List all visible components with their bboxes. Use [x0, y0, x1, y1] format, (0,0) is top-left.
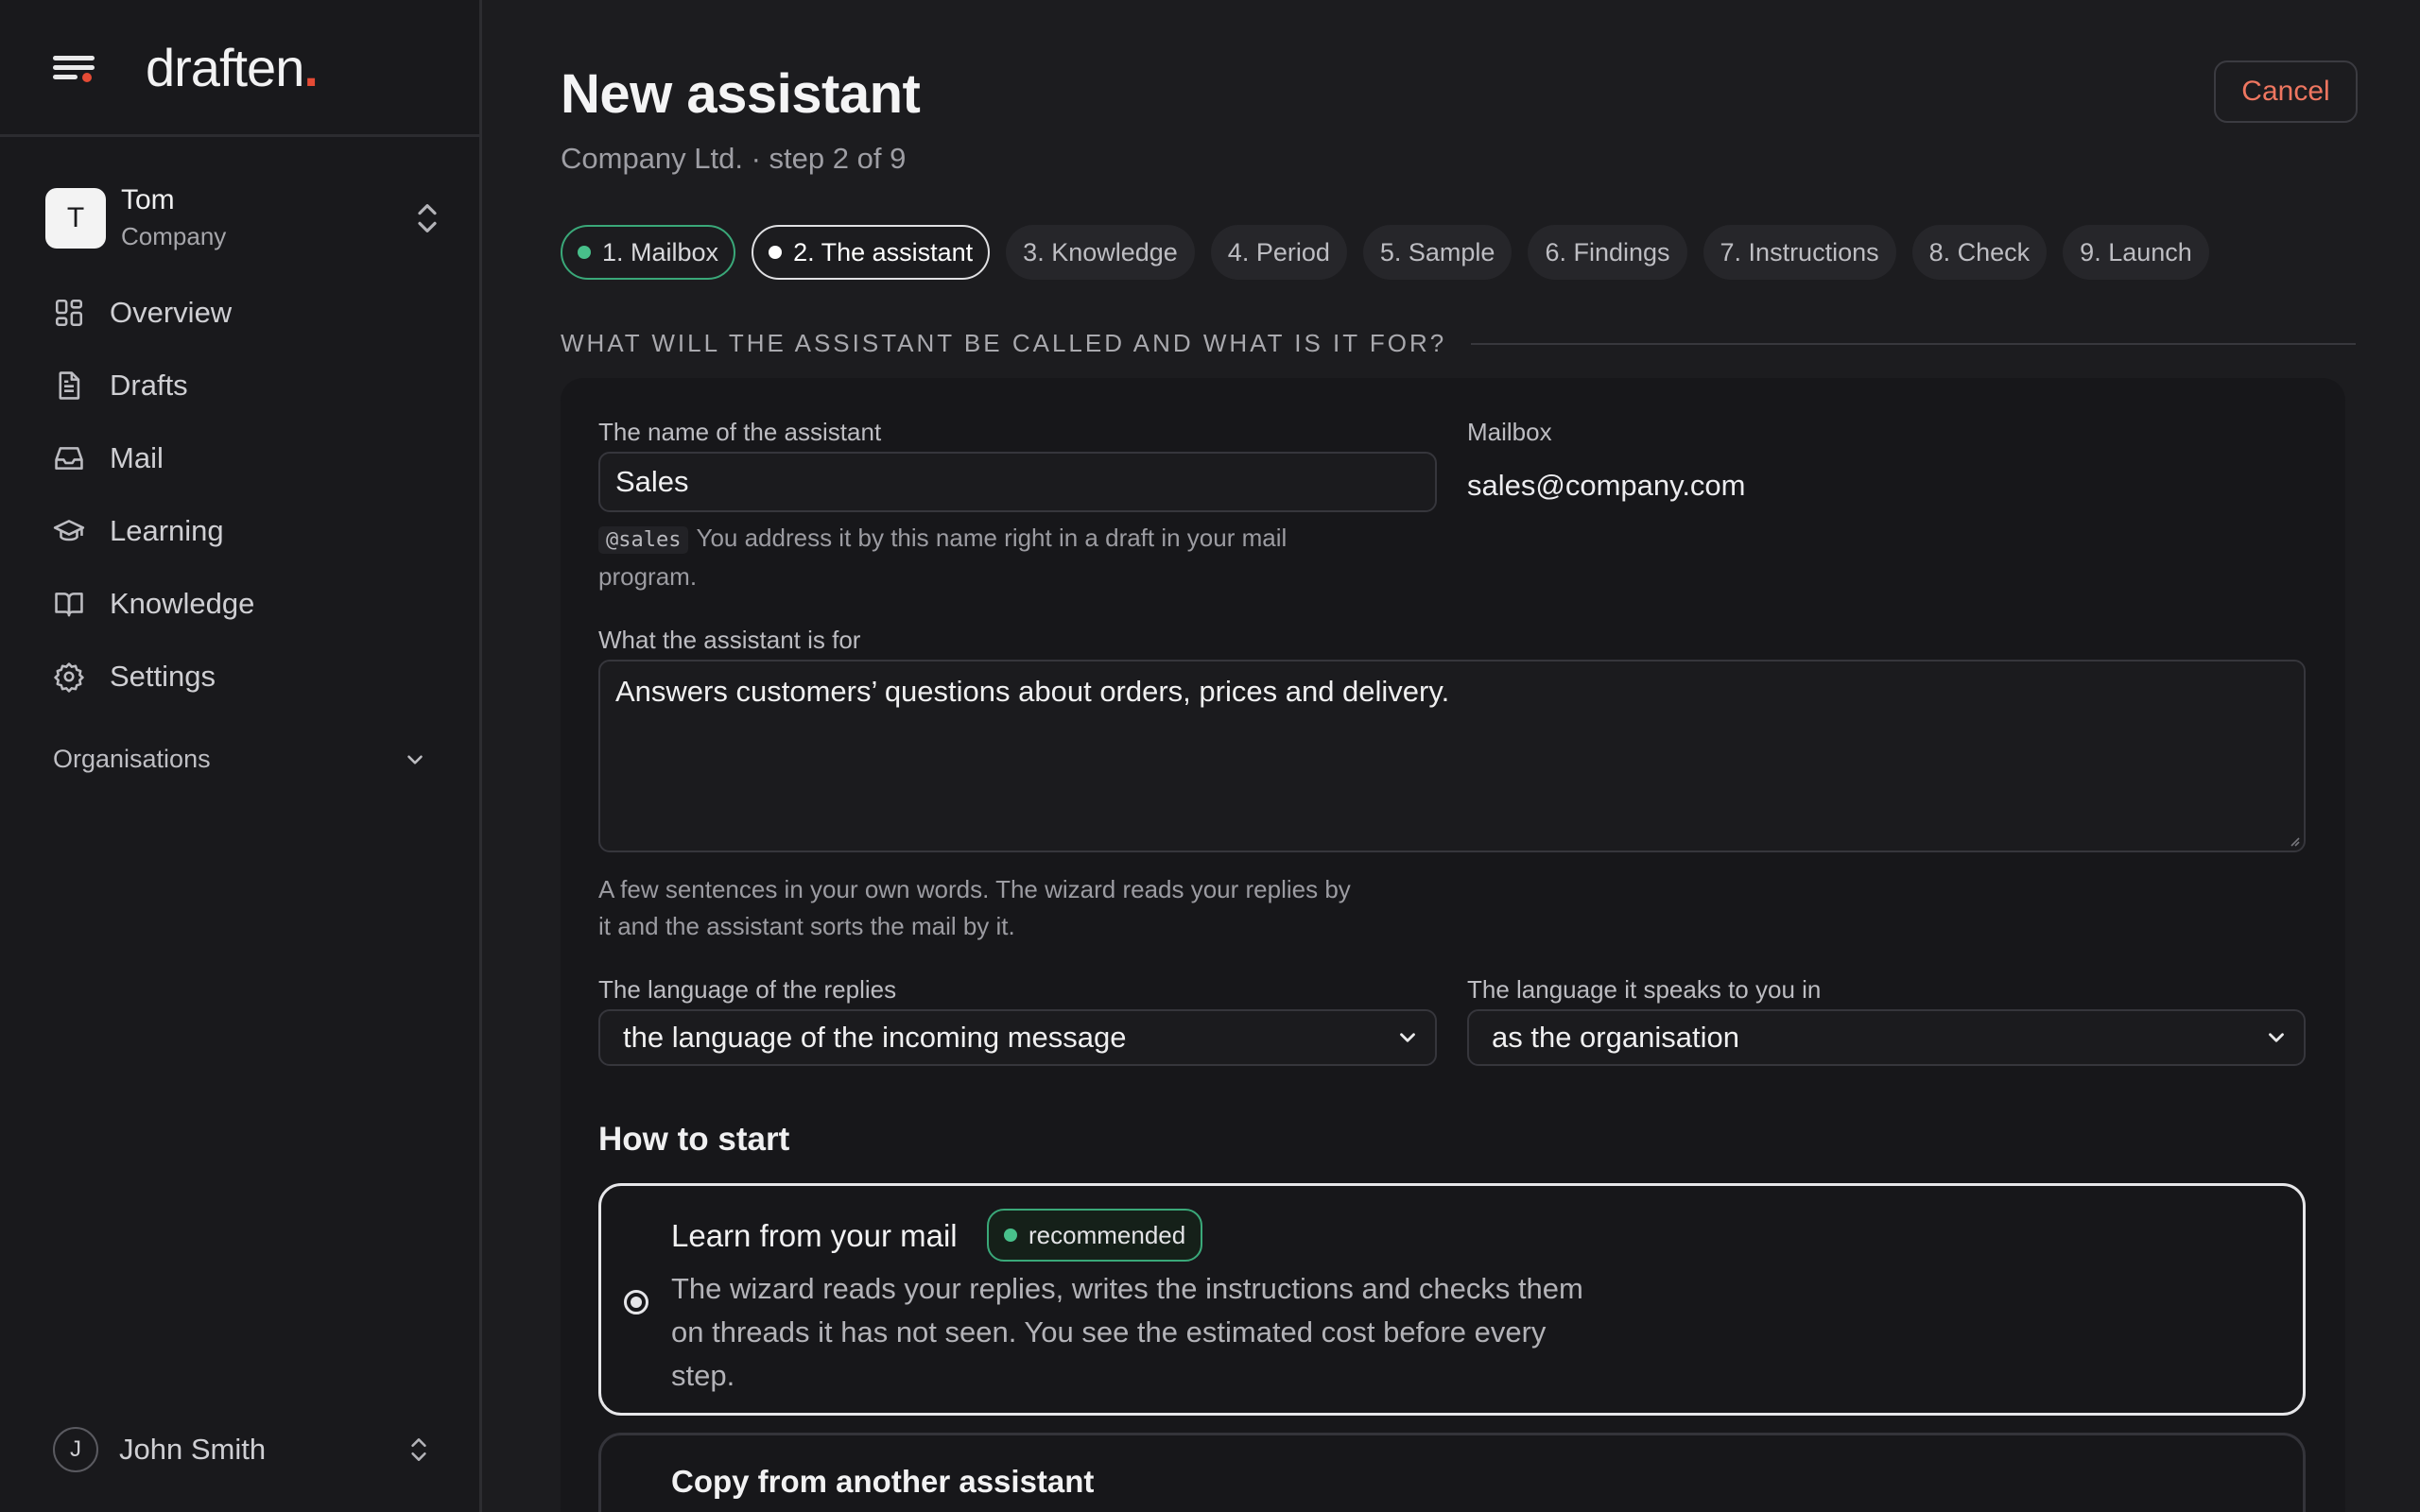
recommended-badge: recommended [987, 1209, 1203, 1262]
organisations-label: Organisations [53, 745, 211, 773]
section-title: WHAT WILL THE ASSISTANT BE CALLED AND WH… [561, 329, 1447, 357]
assistant-form-card: The name of the assistant Sales Mailbox … [561, 378, 2345, 1512]
step-launch[interactable]: 9. Launch [2063, 225, 2209, 280]
document-icon [59, 370, 80, 400]
step-findings[interactable]: 6. Findings [1528, 225, 1687, 280]
purpose-hint: A few sentences in your own words. The w… [598, 875, 1351, 940]
speak-language-select[interactable]: as the organisation [1467, 1009, 2306, 1066]
sidebar-item-knowledge[interactable]: Knowledge [0, 567, 479, 640]
step-mailbox[interactable]: 1. Mailbox [561, 225, 736, 280]
option-copy-assistant[interactable]: Copy from another assistant [598, 1433, 2306, 1512]
step-instructions[interactable]: 7. Instructions [1703, 225, 1896, 280]
purpose-textarea[interactable]: Answers customers’ questions about order… [598, 660, 2306, 852]
sidebar-item-mail[interactable]: Mail [0, 421, 479, 494]
reply-language-label: The language of the replies [598, 975, 897, 1004]
sidebar-item-label: Mail [110, 440, 164, 474]
grid-icon [55, 299, 83, 326]
name-label: The name of the assistant [598, 418, 882, 446]
step-period[interactable]: 4. Period [1210, 225, 1347, 280]
option-description: The wizard reads your replies, writes th… [671, 1272, 1583, 1392]
app-window: draften. T Tom Company Overview Drafts M… [0, 0, 2420, 1512]
account-name: Tom [121, 184, 175, 215]
main-content: New assistant Company Ltd. · step 2 of 9… [485, 0, 2420, 1512]
sidebar-item-drafts[interactable]: Drafts [0, 349, 479, 421]
sidebar: draften. T Tom Company Overview Drafts M… [0, 0, 482, 1512]
step-check[interactable]: 8. Check [1911, 225, 2048, 280]
menu-icon[interactable] [53, 48, 98, 86]
page-title: New assistant [561, 63, 921, 125]
step-assistant[interactable]: 2. The assistant [752, 225, 991, 280]
sidebar-item-settings[interactable]: Settings [0, 640, 479, 713]
chevron-down-icon [407, 754, 423, 765]
wizard-steps: 1. Mailbox 2. The assistant 3. Knowledge… [561, 225, 2209, 280]
mailbox-label: Mailbox [1467, 418, 1552, 446]
account-avatar: T [45, 187, 106, 249]
page-subtitle: Company Ltd. · step 2 of 9 [561, 142, 907, 175]
chevron-up-down-icon [411, 1438, 426, 1461]
assistant-name-input[interactable]: Sales [598, 452, 1437, 512]
handle-code: @sales [598, 526, 689, 554]
account-org: Company [121, 222, 227, 250]
user-avatar: J [53, 1427, 98, 1472]
reply-language-value: the language of the incoming message [623, 1021, 1127, 1054]
inbox-icon [55, 446, 83, 470]
chevron-down-icon [1400, 1033, 1415, 1042]
logo[interactable]: draften. [146, 37, 319, 98]
option-title: Learn from your mail [671, 1218, 958, 1253]
section-header: WHAT WILL THE ASSISTANT BE CALLED AND WH… [561, 329, 2356, 358]
chevron-down-icon [2269, 1033, 2284, 1042]
account-switcher[interactable]: T Tom Company [45, 184, 442, 251]
user-name: John Smith [119, 1433, 267, 1466]
how-to-start-heading: How to start [598, 1121, 790, 1158]
purpose-text: Answers customers’ questions about order… [615, 675, 1450, 708]
speak-language-value: as the organisation [1492, 1021, 1739, 1054]
option-title: Copy from another assistant [671, 1464, 1095, 1499]
cancel-button[interactable]: Cancel [2214, 60, 2358, 123]
organisations-toggle[interactable]: Organisations [53, 745, 427, 774]
speak-language-label: The language it speaks to you in [1467, 975, 1822, 1004]
purpose-label: What the assistant is for [598, 626, 861, 654]
name-hint: @sales You address it by this name right … [598, 524, 1288, 591]
mailbox-value: sales@company.com [1467, 469, 1746, 502]
resize-handle-icon[interactable] [2287, 833, 2300, 847]
sidebar-item-label: Overview [110, 295, 233, 329]
book-icon [55, 592, 83, 616]
sidebar-item-learning[interactable]: Learning [0, 494, 479, 567]
user-menu[interactable]: J John Smith [53, 1427, 431, 1472]
radio-selected[interactable] [624, 1290, 648, 1314]
gear-icon [54, 662, 84, 693]
step-knowledge[interactable]: 3. Knowledge [1006, 225, 1195, 280]
sidebar-item-label: Settings [110, 659, 216, 693]
sidebar-item-label: Drafts [110, 368, 188, 402]
graduation-cap-icon [53, 519, 85, 541]
sidebar-item-label: Knowledge [110, 586, 255, 620]
sidebar-item-label: Learning [110, 513, 224, 547]
step-sample[interactable]: 5. Sample [1362, 225, 1512, 280]
chevron-up-down-icon [418, 203, 437, 232]
option-learn-from-mail[interactable]: Learn from your mail recommended The wiz… [598, 1183, 2306, 1416]
section-divider [1471, 342, 2356, 345]
sidebar-nav: Overview Drafts Mail Learning Knowledge … [0, 276, 479, 713]
brand-bar: draften. [0, 0, 479, 137]
sidebar-item-overview[interactable]: Overview [0, 276, 479, 349]
reply-language-select[interactable]: the language of the incoming message [598, 1009, 1437, 1066]
